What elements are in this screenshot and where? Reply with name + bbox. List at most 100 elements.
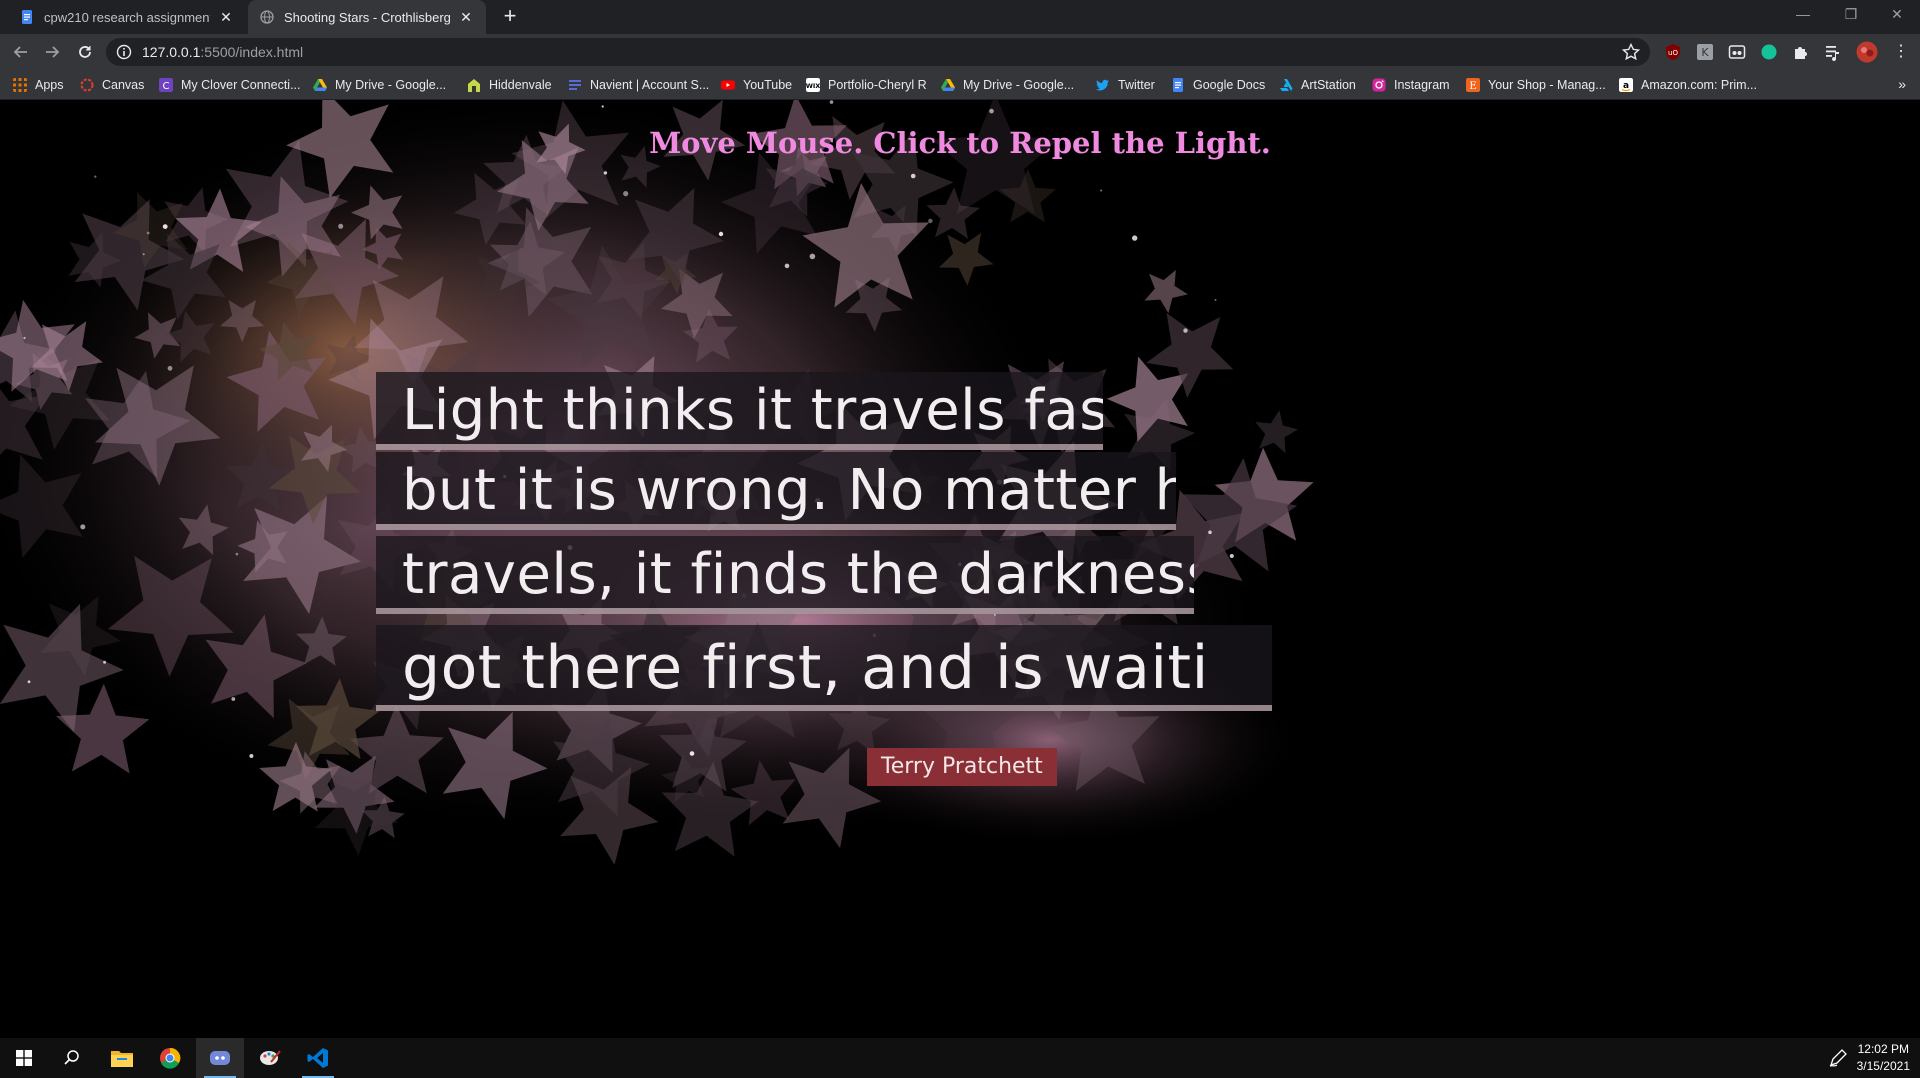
svg-text:C: C: [163, 81, 170, 92]
reader-extension-icon[interactable]: [1728, 43, 1746, 61]
bookmark-amazon[interactable]: a Amazon.com: Prim...: [1619, 76, 1757, 94]
star-sparkle: [829, 100, 834, 104]
bookmark-twitter[interactable]: Twitter: [1096, 76, 1155, 94]
quote-line-1: Light thinks it travels faste: [376, 372, 1103, 450]
bookmark-youtube[interactable]: YouTube: [721, 76, 792, 94]
bookmark-label: My Clover Connecti...: [181, 78, 301, 92]
bookmark-label: Apps: [35, 78, 64, 92]
google-drive-icon: [313, 79, 327, 91]
new-tab-icon[interactable]: +: [499, 5, 521, 28]
taskbar-vscode[interactable]: [294, 1038, 342, 1078]
taskbar-chrome[interactable]: [146, 1038, 194, 1078]
url-host: 127.0.0.1: [142, 44, 201, 60]
tab-docs[interactable]: cpw210 research assignment not ✕: [8, 0, 246, 34]
restore-icon[interactable]: ❐: [1828, 0, 1874, 30]
media-queue-icon[interactable]: [1824, 43, 1842, 61]
menu-kebab-icon[interactable]: ⋮: [1892, 43, 1910, 61]
bookmark-drive-1[interactable]: My Drive - Google...: [313, 76, 446, 94]
extension-k-icon[interactable]: K: [1696, 43, 1714, 61]
search-icon: [64, 1050, 79, 1065]
star-sparkle: [1229, 554, 1234, 558]
bookmark-label: Hiddenvale: [489, 78, 552, 92]
tab-shooting-stars[interactable]: Shooting Stars - Crothlisberger ✕: [248, 0, 486, 34]
canvas-icon: [80, 78, 94, 92]
arrow-left-icon: [13, 46, 27, 58]
grammarly-icon[interactable]: [1760, 43, 1778, 61]
svg-text:WIX: WIX: [806, 82, 820, 90]
extensions-puzzle-icon[interactable]: [1792, 43, 1810, 61]
bookmark-navient[interactable]: Navient | Account S...: [568, 76, 709, 94]
star-sparkle: [784, 263, 790, 269]
star-sparkle: [338, 223, 344, 229]
chrome-icon: [160, 1047, 181, 1069]
bookmark-clover[interactable]: C My Clover Connecti...: [159, 76, 300, 94]
star-sparkle: [601, 105, 604, 108]
quote-author: Terry Pratchett: [867, 748, 1057, 786]
minimize-icon[interactable]: —: [1780, 0, 1826, 30]
tab-strip: cpw210 research assignment not ✕ Shootin…: [0, 0, 1920, 34]
arrow-right-icon: [46, 46, 60, 58]
pen-workspace-icon[interactable]: [1828, 1048, 1848, 1068]
bookmark-star-icon[interactable]: [1622, 43, 1640, 61]
quote-line-3: travels, it finds the darkness: [376, 536, 1194, 614]
close-tab-icon[interactable]: ✕: [458, 9, 474, 25]
bookmark-label: Instagram: [1394, 78, 1450, 92]
clock-date: 3/15/2021: [1856, 1059, 1910, 1073]
paint-app-icon: [260, 1050, 281, 1065]
bookmark-label: Navient | Account S...: [590, 78, 710, 92]
bookmark-portfolio[interactable]: WIX Portfolio-Cheryl R: [806, 76, 927, 94]
bookmark-instagram[interactable]: Instagram: [1372, 76, 1450, 94]
star-sparkle: [603, 171, 608, 175]
back-button[interactable]: [9, 40, 33, 64]
amazon-icon: a: [1619, 78, 1633, 92]
star-sparkle: [27, 680, 31, 684]
bookmark-label: YouTube: [743, 78, 793, 92]
bookmarks-overflow-icon[interactable]: »: [1898, 76, 1906, 92]
clock-time: 12:02 PM: [1857, 1042, 1909, 1056]
clover-icon: C: [159, 78, 173, 92]
star-sparkle: [994, 614, 996, 616]
bookmark-label: My Drive - Google...: [335, 78, 447, 92]
bookmark-canvas[interactable]: Canvas: [80, 76, 144, 94]
forward-button[interactable]: [40, 40, 64, 64]
artstation-icon: [1280, 79, 1293, 91]
bookmark-artstation[interactable]: ArtStation: [1279, 76, 1356, 94]
star-sparkle: [689, 751, 695, 756]
wix-icon: WIX: [806, 78, 820, 92]
taskbar-search[interactable]: [48, 1038, 96, 1078]
ublock-icon[interactable]: uO: [1664, 43, 1682, 61]
windows-taskbar: 12:02 PM 3/15/2021: [0, 1038, 1920, 1078]
hiddenvale-icon: [468, 79, 480, 92]
browser-toolbar: 127.0.0.1:5500/index.html uO K ⋮: [0, 34, 1920, 70]
bookmark-google-docs[interactable]: Google Docs: [1171, 76, 1265, 94]
tab-title: Shooting Stars - Crothlisberger: [284, 9, 450, 25]
star-sparkle: [235, 552, 239, 556]
star-sparkle: [103, 660, 107, 664]
bookmark-drive-2[interactable]: My Drive - Google...: [941, 76, 1074, 94]
address-bar[interactable]: 127.0.0.1:5500/index.html: [106, 38, 1650, 66]
start-button[interactable]: [0, 1038, 48, 1078]
star-sparkle: [80, 524, 86, 530]
star-sparkle: [249, 754, 254, 758]
bookmark-label: Portfolio-Cheryl R: [828, 78, 927, 92]
svg-text:uO: uO: [1668, 49, 1678, 57]
bookmark-apps[interactable]: Apps: [13, 76, 64, 94]
bookmarks-bar: Apps Canvas C My Clover Connecti... My D…: [0, 70, 1920, 100]
close-tab-icon[interactable]: ✕: [218, 9, 234, 25]
taskbar-paint-app[interactable]: [246, 1038, 294, 1078]
taskbar-discord[interactable]: [196, 1038, 244, 1078]
bookmark-hiddenvale[interactable]: Hiddenvale: [467, 76, 552, 94]
page-canvas[interactable]: Move Mouse. Click to Repel the Light. Li…: [0, 100, 1920, 1038]
vscode-icon: [307, 1048, 328, 1068]
close-window-icon[interactable]: ✕: [1874, 0, 1920, 30]
info-icon[interactable]: [116, 44, 132, 60]
taskbar-file-explorer[interactable]: [98, 1038, 146, 1078]
star-sparkle: [1100, 189, 1103, 192]
reload-icon: [79, 46, 91, 58]
system-clock[interactable]: 12:02 PM 3/15/2021: [1857, 1041, 1910, 1075]
profile-avatar-icon[interactable]: [1856, 41, 1878, 63]
reload-button[interactable]: [73, 40, 97, 64]
bookmark-etsy-shop[interactable]: E Your Shop - Manag...: [1466, 76, 1606, 94]
bookmark-label: My Drive - Google...: [963, 78, 1075, 92]
star-sparkle: [146, 231, 150, 235]
